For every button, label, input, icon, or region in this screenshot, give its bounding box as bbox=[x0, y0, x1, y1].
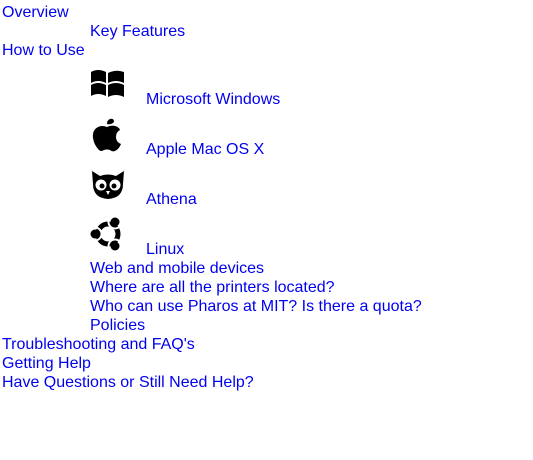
toc-link-linux[interactable]: Linux bbox=[90, 240, 422, 259]
toc-link-getting-help[interactable]: Getting Help bbox=[2, 354, 422, 373]
toc-link-have-questions[interactable]: Have Questions or Still Need Help? bbox=[2, 373, 422, 392]
toc-link-web-and-mobile[interactable]: Web and mobile devices bbox=[2, 259, 422, 278]
toc-link-apple-mac-os-x[interactable]: Apple Mac OS X bbox=[90, 140, 422, 159]
toc-link-overview[interactable]: Overview bbox=[2, 3, 422, 22]
toc-link-policies[interactable]: Policies bbox=[2, 316, 422, 335]
table-of-contents: Overview Key Features How to Use Microso… bbox=[2, 3, 422, 392]
toc-link-how-to-use[interactable]: How to Use bbox=[2, 41, 422, 60]
toc-entry-athena: Athena bbox=[2, 166, 422, 209]
toc-entry-windows: Microsoft Windows bbox=[2, 66, 422, 109]
toc-link-who-can-use-pharos[interactable]: Who can use Pharos at MIT? Is there a qu… bbox=[2, 297, 422, 316]
toc-entry-linux: Linux bbox=[2, 216, 422, 259]
toc-link-printers-located[interactable]: Where are all the printers located? bbox=[2, 278, 422, 297]
toc-link-microsoft-windows[interactable]: Microsoft Windows bbox=[90, 90, 422, 109]
toc-entry-mac: Apple Mac OS X bbox=[2, 116, 422, 159]
toc-link-athena[interactable]: Athena bbox=[90, 190, 422, 209]
toc-link-troubleshooting[interactable]: Troubleshooting and FAQ's bbox=[2, 335, 422, 354]
toc-link-key-features[interactable]: Key Features bbox=[2, 22, 422, 41]
